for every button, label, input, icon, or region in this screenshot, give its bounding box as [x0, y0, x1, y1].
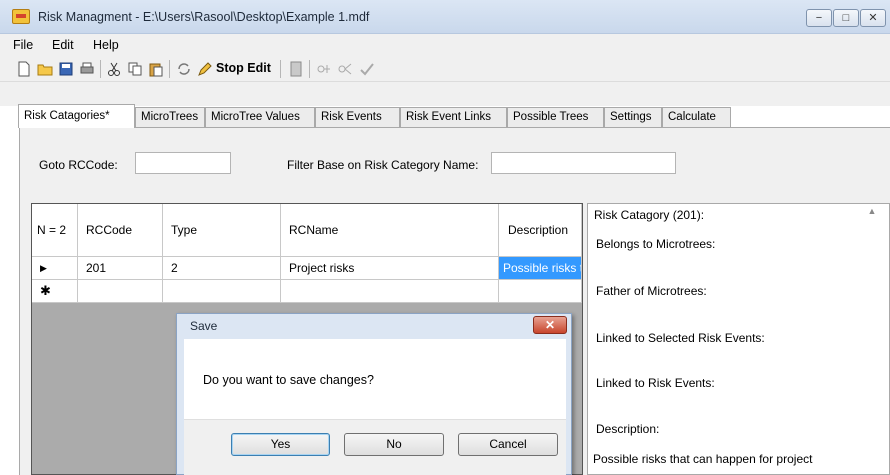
tab-risk-categories[interactable]: Risk Catagories* [18, 104, 135, 128]
menu-help[interactable]: Help [93, 38, 119, 52]
row-indicator-new[interactable]: ✱ [32, 280, 78, 303]
column-header-description[interactable]: Description [499, 204, 582, 257]
goto-rccode-label: Goto RCCode: [39, 158, 118, 172]
grid-cell[interactable] [78, 280, 163, 303]
maximize-button[interactable]: □ [833, 9, 859, 27]
tab-possible-trees[interactable]: Possible Trees [507, 107, 604, 127]
column-header-type[interactable]: Type [163, 204, 281, 257]
info-description-value: Possible risks that can happen for proje… [593, 452, 813, 466]
info-linked-selected-label: Linked to Selected Risk Events: [596, 331, 765, 345]
tab-microtree-values[interactable]: MicroTree Values [205, 107, 315, 127]
paste-icon[interactable] [148, 61, 164, 77]
checkmark-icon[interactable] [359, 61, 375, 77]
close-window-button[interactable]: ✕ [860, 9, 886, 27]
menu-edit[interactable]: Edit [52, 38, 74, 52]
dialog-close-button[interactable]: ✕ [533, 316, 567, 334]
info-linked-label: Linked to Risk Events: [596, 376, 715, 390]
open-folder-icon[interactable] [37, 61, 53, 77]
tab-settings[interactable]: Settings [604, 107, 662, 127]
refresh-icon[interactable] [176, 61, 192, 77]
menu-bar [0, 34, 890, 56]
info-title: Risk Catagory (201): [594, 208, 705, 222]
calculator-icon[interactable] [288, 61, 304, 77]
column-header-rcname[interactable]: RCName [281, 204, 499, 257]
filter-name-label: Filter Base on Risk Category Name: [287, 158, 479, 172]
menu-file[interactable]: File [13, 38, 33, 52]
tab-microtrees[interactable]: MicroTrees [135, 107, 205, 127]
grid-cell[interactable] [499, 280, 582, 303]
cut-icon[interactable] [106, 61, 122, 77]
toolbar-separator [309, 60, 310, 78]
new-file-icon[interactable] [16, 61, 32, 77]
cancel-button[interactable]: Cancel [458, 433, 558, 456]
info-description-label: Description: [596, 422, 660, 436]
toolbar-separator [100, 60, 101, 78]
info-belongs-label: Belongs to Microtrees: [596, 237, 716, 251]
tree-link-icon[interactable] [337, 61, 353, 77]
grid-cell[interactable]: 201 [78, 257, 163, 280]
goto-rccode-input[interactable] [135, 152, 231, 174]
grid-cell[interactable]: 2 [163, 257, 281, 280]
column-header-rccode[interactable]: RCCode [78, 204, 163, 257]
grid-cell[interactable]: Project risks [281, 257, 499, 280]
info-father-label: Father of Microtrees: [596, 284, 707, 298]
tab-strip [0, 82, 890, 106]
tab-calculate[interactable]: Calculate [662, 107, 731, 127]
minimize-button[interactable]: − [806, 9, 832, 27]
yes-button[interactable]: Yes [231, 433, 330, 456]
row-indicator-current[interactable]: ▶ [32, 257, 78, 280]
grid-cell[interactable] [281, 280, 499, 303]
stop-edit-icon[interactable] [197, 61, 213, 77]
save-icon[interactable] [58, 61, 74, 77]
stop-edit-button[interactable]: Stop Edit [216, 61, 271, 75]
toolbar-separator [169, 60, 170, 78]
filter-name-input[interactable] [491, 152, 676, 174]
app-icon [12, 9, 30, 24]
grid-cell[interactable] [163, 280, 281, 303]
tree-icon[interactable] [316, 61, 332, 77]
tab-risk-event-links[interactable]: Risk Event Links [400, 107, 507, 127]
copy-icon[interactable] [127, 61, 143, 77]
tab-risk-events[interactable]: Risk Events [315, 107, 400, 127]
print-icon[interactable] [79, 61, 95, 77]
grid-cell-selected[interactable]: Possible risks t [499, 257, 582, 280]
no-button[interactable]: No [344, 433, 444, 456]
row-count-header: N = 2 [32, 204, 78, 257]
scroll-up-arrow-icon[interactable]: ▲ [865, 206, 879, 218]
dialog-title: Save [190, 319, 218, 333]
window-title: Risk Managment - E:\Users\Rasool\Desktop… [38, 10, 370, 24]
dialog-message: Do you want to save changes? [203, 373, 374, 387]
toolbar-separator [280, 60, 281, 78]
